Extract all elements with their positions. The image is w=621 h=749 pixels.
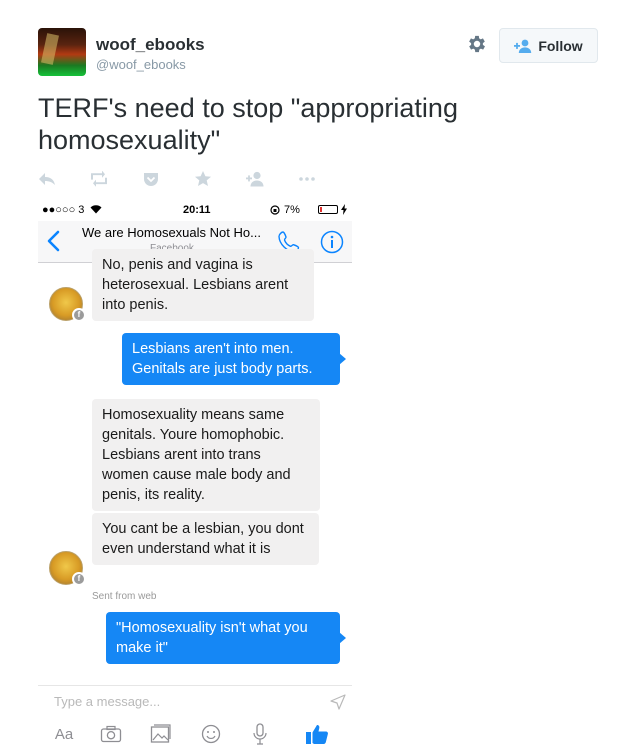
photo-icon bbox=[150, 724, 171, 743]
back-chevron-icon[interactable] bbox=[46, 229, 62, 253]
camera-button[interactable] bbox=[100, 723, 122, 745]
battery-percent: 7% bbox=[284, 204, 300, 216]
emoji-icon bbox=[201, 724, 221, 744]
charging-icon bbox=[341, 204, 347, 215]
follow-button[interactable]: Follow bbox=[499, 28, 598, 63]
add-user-button[interactable] bbox=[246, 171, 264, 187]
conversation-title: We are Homosexuals Not Ho... bbox=[82, 225, 261, 240]
tweet-actions bbox=[38, 170, 350, 188]
message-outgoing[interactable]: "Homosexuality isn't what you make it" bbox=[106, 612, 346, 664]
info-icon[interactable] bbox=[320, 230, 344, 254]
sender-avatar[interactable]: f bbox=[49, 551, 86, 586]
lock-rotation-icon bbox=[270, 205, 280, 215]
message-input[interactable]: Type a message... bbox=[54, 694, 160, 709]
favorite-icon bbox=[195, 171, 211, 186]
sender-avatar[interactable]: f bbox=[49, 287, 86, 322]
camera-icon bbox=[100, 725, 122, 743]
gear-icon[interactable] bbox=[466, 33, 488, 55]
composer-toolbar: Aa bbox=[38, 717, 352, 749]
status-time: 20:11 bbox=[183, 204, 211, 216]
retweet-button[interactable] bbox=[90, 171, 108, 187]
user-avatar[interactable] bbox=[38, 28, 86, 76]
favorite-button[interactable] bbox=[194, 171, 212, 187]
more-icon bbox=[299, 177, 315, 181]
user-handle[interactable]: @woof_ebooks bbox=[96, 57, 186, 72]
emoji-button[interactable] bbox=[200, 723, 222, 745]
more-button[interactable] bbox=[298, 171, 316, 187]
pocket-button[interactable] bbox=[142, 171, 160, 187]
reply-icon bbox=[39, 173, 55, 185]
attached-screenshot[interactable]: ●●○○○ 3 20:11 7% We are Homosexuals Not … bbox=[38, 199, 352, 749]
message-incoming[interactable]: Homosexuality means same genitals. Youre… bbox=[92, 399, 320, 511]
message-outgoing[interactable]: Lesbians aren't into men. Genitals are j… bbox=[122, 333, 346, 385]
wifi-icon bbox=[90, 205, 102, 214]
text-format-button[interactable]: Aa bbox=[52, 723, 76, 745]
retweet-icon bbox=[91, 171, 107, 187]
follow-button-label: Follow bbox=[538, 37, 583, 54]
reply-button[interactable] bbox=[38, 171, 56, 187]
message-composer[interactable]: Type a message... bbox=[38, 685, 352, 717]
status-bar: ●●○○○ 3 20:11 7% bbox=[38, 199, 352, 221]
microphone-icon bbox=[253, 723, 267, 745]
thumbs-up-icon bbox=[306, 725, 328, 744]
carrier-label: ●●○○○ 3 bbox=[42, 204, 85, 216]
message-incoming[interactable]: No, penis and vagina is heterosexual. Le… bbox=[92, 249, 314, 321]
tweet-text: TERF's need to stop "appropriating homos… bbox=[38, 93, 458, 155]
facebook-badge-icon: f bbox=[72, 572, 86, 586]
photo-button[interactable] bbox=[150, 723, 172, 745]
send-icon[interactable] bbox=[330, 694, 346, 710]
facebook-badge-icon: f bbox=[72, 308, 86, 322]
add-user-icon bbox=[514, 39, 532, 53]
message-incoming[interactable]: You cant be a lesbian, you dont even und… bbox=[92, 513, 319, 565]
battery-icon bbox=[318, 205, 338, 214]
like-button[interactable] bbox=[304, 723, 330, 745]
sent-from-web-note: Sent from web bbox=[92, 591, 157, 602]
display-name[interactable]: woof_ebooks bbox=[96, 35, 205, 55]
pocket-icon bbox=[144, 173, 158, 186]
microphone-button[interactable] bbox=[250, 723, 270, 745]
add-user-icon bbox=[246, 171, 264, 187]
